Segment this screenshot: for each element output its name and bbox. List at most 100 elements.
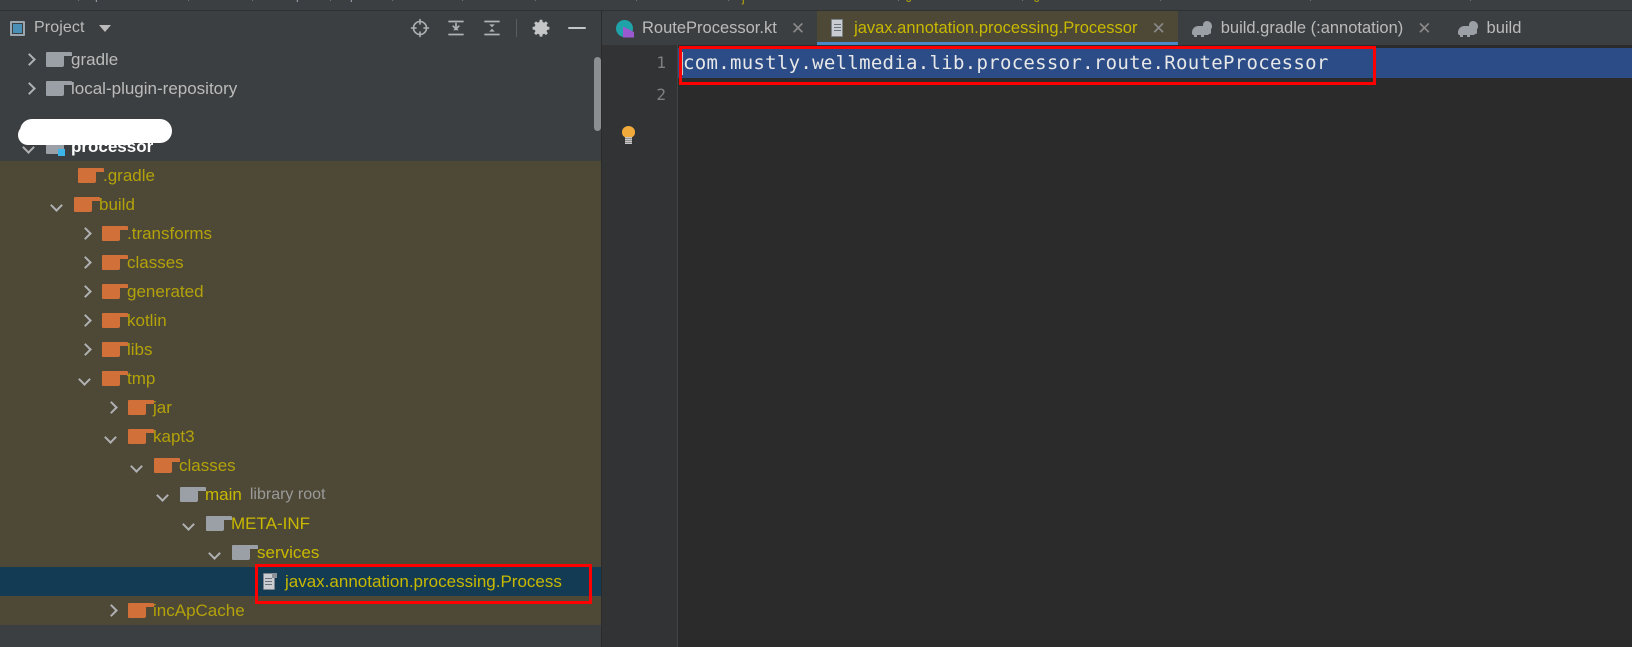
folder-icon [102, 371, 120, 386]
tree-row[interactable]: .transforms [0, 219, 602, 248]
folder-icon [206, 516, 224, 531]
folder-icon [128, 603, 146, 618]
chevron-down-icon[interactable] [182, 517, 196, 531]
chevron-down-icon[interactable] [99, 25, 111, 32]
project-panel-scrollbar[interactable] [594, 57, 601, 131]
tree-item-label: javax.annotation.processing.Process [285, 572, 562, 592]
kotlin-file-icon [616, 20, 633, 37]
locate-icon[interactable] [403, 13, 437, 43]
chevron-right-icon[interactable] [78, 256, 92, 270]
project-window-icon [10, 21, 25, 36]
editor-tab-processor-services[interactable]: javax.annotation.processing.Processor ✕ [817, 11, 1178, 45]
tab-label: build [1487, 19, 1522, 38]
tree-item-suffix: library root [250, 486, 326, 504]
chevron-down-icon[interactable] [78, 372, 92, 386]
text-file-icon [262, 573, 278, 590]
editor-tab-routeprocessor[interactable]: RouteProcessor.kt ✕ [602, 11, 817, 45]
tree-row[interactable]: kapt3 [0, 422, 602, 451]
tree-item-label: kapt3 [153, 427, 195, 447]
tree-row[interactable]: main library root [0, 480, 602, 509]
chevron-right-icon[interactable] [104, 604, 118, 618]
tree-item-label: build [99, 195, 135, 215]
tree-item-label: incApCache [153, 601, 245, 621]
chevron-right-icon[interactable] [22, 82, 36, 96]
close-icon[interactable]: ✕ [791, 20, 805, 37]
tab-label: RouteProcessor.kt [642, 19, 777, 38]
panel-title: Project [34, 19, 85, 37]
tree-row[interactable]: build [0, 190, 602, 219]
tree-item-label: classes [179, 456, 236, 476]
chevron-right-icon[interactable] [78, 343, 92, 357]
folder-icon [102, 255, 120, 270]
chevron-right-icon[interactable] [104, 401, 118, 415]
tree-item-label: generated [127, 282, 204, 302]
redaction-mark [20, 119, 172, 143]
tree-row[interactable]: classes [0, 451, 602, 480]
ide-window: / l / / i / i / / / / / j / J / J / / / … [0, 0, 1632, 647]
folder-icon [102, 342, 120, 357]
tree-row[interactable]: classes [0, 248, 602, 277]
tree-row[interactable]: kotlin [0, 306, 602, 335]
text-file-icon [831, 19, 845, 37]
editor-body[interactable]: 1 2 com.mustly.wellmedia.lib.processor.r… [602, 45, 1632, 647]
chevron-down-icon[interactable] [104, 430, 118, 444]
tree-row-selected-file[interactable]: javax.annotation.processing.Process [0, 567, 602, 596]
expand-all-icon[interactable] [439, 13, 473, 43]
tree-item-label: local-plugin-repository [71, 79, 237, 99]
editor-tab-build-gradle-annotation[interactable]: build.gradle (:annotation) ✕ [1178, 11, 1444, 45]
folder-icon [154, 458, 172, 473]
tree-item-label: classes [127, 253, 184, 273]
folder-icon [232, 545, 250, 560]
gear-icon[interactable] [524, 13, 558, 43]
code-line-2[interactable] [678, 78, 1632, 108]
editor-gutter[interactable]: 1 2 [602, 45, 678, 647]
tree-item-label: .transforms [127, 224, 212, 244]
tree-row[interactable]: gradle [0, 45, 602, 74]
chevron-right-icon[interactable] [78, 227, 92, 241]
tree-item-label: .gradle [103, 166, 155, 186]
tree-row[interactable]: libs [0, 335, 602, 364]
chevron-down-icon[interactable] [156, 488, 170, 502]
tree-row[interactable]: services [0, 538, 602, 567]
tree-row[interactable]: incApCache [0, 596, 602, 625]
tree-item-label: tmp [127, 369, 155, 389]
close-icon[interactable]: ✕ [1151, 20, 1165, 37]
breadcrumb[interactable]: / l / / i / i / / / / / j / J / J / / / [0, 0, 1632, 11]
tree-row[interactable]: tmp [0, 364, 602, 393]
tree-row[interactable]: generated [0, 277, 602, 306]
chevron-down-icon[interactable] [208, 546, 222, 560]
chevron-down-icon[interactable] [130, 459, 144, 473]
tab-label: javax.annotation.processing.Processor [854, 19, 1137, 38]
lightbulb-icon[interactable] [621, 126, 636, 145]
collapse-all-icon[interactable] [475, 13, 509, 43]
minimize-icon[interactable] [560, 13, 594, 43]
folder-icon [102, 284, 120, 299]
chevron-right-icon[interactable] [22, 53, 36, 67]
tab-label: build.gradle (:annotation) [1221, 19, 1404, 38]
tree-item-label: kotlin [127, 311, 167, 331]
toolbar-divider [516, 19, 517, 37]
text-caret [681, 52, 683, 75]
folder-icon [46, 81, 64, 96]
tree-row[interactable]: META-INF [0, 509, 602, 538]
chevron-right-icon[interactable] [78, 285, 92, 299]
editor-tab-build-gradle-truncated[interactable]: build [1444, 11, 1534, 45]
code-line-1[interactable]: com.mustly.wellmedia.lib.processor.route… [678, 48, 1632, 78]
close-icon[interactable]: ✕ [1417, 20, 1431, 37]
code-area[interactable]: com.mustly.wellmedia.lib.processor.route… [678, 45, 1632, 647]
tree-item-label: META-INF [231, 514, 310, 534]
folder-icon [128, 429, 146, 444]
gradle-file-icon [1458, 21, 1478, 36]
tree-item-label: libs [127, 340, 153, 360]
project-panel-header: Project [0, 11, 602, 45]
project-tool-window: Project [0, 11, 602, 647]
tree-row[interactable]: jar [0, 393, 602, 422]
chevron-down-icon[interactable] [50, 198, 64, 212]
tree-item-label: jar [153, 398, 172, 418]
tree-row[interactable]: .gradle [0, 161, 602, 190]
chevron-right-icon[interactable] [78, 314, 92, 328]
project-panel-toolbar [403, 11, 594, 45]
gradle-file-icon [1192, 21, 1212, 36]
tree-row[interactable]: local-plugin-repository [0, 74, 602, 103]
tree-item-label: gradle [71, 50, 118, 70]
